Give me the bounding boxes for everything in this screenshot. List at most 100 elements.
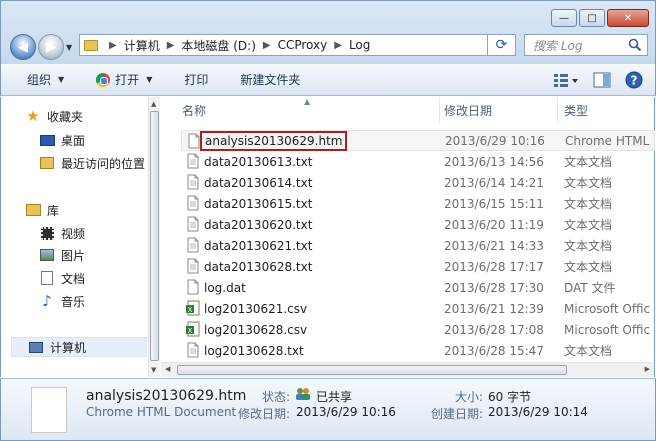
computer-icon — [28, 339, 44, 355]
file-date: 2013/6/21 14:33 — [444, 238, 544, 253]
view-options-icon[interactable] — [553, 72, 579, 88]
created-label: 创建日期: — [431, 407, 484, 421]
file-list: ▲ 名称 修改日期 类型 analysis20130629.htm 2013/6/… — [161, 97, 655, 377]
file-name[interactable]: data20130615.txt — [204, 197, 312, 211]
file-row[interactable]: data20130615.txt 2013/6/15 15:11 文本文档 — [181, 193, 655, 214]
nav-computer[interactable]: 计算机 — [11, 337, 147, 357]
close-button[interactable]: ✕ — [607, 9, 649, 27]
file-name[interactable]: data20130614.txt — [204, 176, 312, 190]
maximize-button[interactable]: □ — [579, 9, 605, 27]
file-name[interactable]: log20130621.csv — [204, 302, 307, 316]
preview-pane-icon[interactable] — [593, 72, 611, 88]
nav-desktop[interactable]: 桌面 — [39, 130, 85, 150]
chevron-down-icon[interactable]: ▼ — [146, 75, 152, 84]
file-row[interactable]: Xlog20130621.csv 2013/6/21 12:39 Microsoft… — [181, 298, 655, 319]
breadcrumb-computer[interactable]: 计算机 — [124, 37, 160, 54]
scrollbar-thumb[interactable] — [150, 111, 159, 361]
file-row[interactable]: data20130628.txt 2013/6/28 17:17 文本文档 — [181, 256, 655, 277]
status-label: 状态: — [262, 390, 291, 404]
help-icon[interactable]: ? — [625, 71, 643, 89]
scroll-up-icon[interactable]: ▲ — [151, 100, 156, 108]
size-value: 60 字节 — [488, 390, 532, 404]
nav-libraries-label: 库 — [47, 203, 60, 218]
file-date: 2013/6/14 14:21 — [444, 175, 544, 190]
text-file-icon — [185, 216, 201, 235]
scroll-right-icon[interactable]: ▶ — [645, 365, 650, 373]
file-name[interactable]: data20130620.txt — [204, 218, 312, 232]
column-date[interactable]: 修改日期 — [444, 102, 492, 119]
sort-ascending-icon: ▲ — [304, 97, 311, 106]
excel-file-icon: X — [185, 321, 201, 340]
file-row[interactable]: data20130614.txt 2013/6/14 14:21 文本文档 — [181, 172, 655, 193]
picture-icon — [39, 247, 55, 263]
scroll-left-icon[interactable]: ◀ — [165, 365, 170, 373]
file-row[interactable]: analysis20130629.htm 2013/6/29 10:16 Chrom… — [181, 130, 655, 151]
modified-label: 修改日期: — [238, 407, 291, 421]
nav-favorites[interactable]: ★ 收藏夹 — [25, 106, 83, 126]
breadcrumb-local-disk[interactable]: 本地磁盘 (D:) — [181, 37, 255, 54]
star-icon: ★ — [26, 107, 40, 125]
window-controls: — □ ✕ — [551, 9, 649, 27]
breadcrumb-log[interactable]: Log — [349, 38, 370, 52]
minimize-button[interactable]: — — [551, 9, 577, 27]
file-type: DAT 文件 — [564, 281, 616, 295]
size-label: 大小: — [455, 390, 484, 404]
file-name[interactable]: data20130621.txt — [204, 239, 312, 253]
recent-pages-dropdown-icon[interactable]: ▼ — [66, 43, 72, 52]
file-row[interactable]: Xlog20130628.csv 2013/6/28 17:08 Microsoft… — [181, 319, 655, 340]
file-row[interactable]: log20130628.txt 2013/6/28 15:47 文本文档 — [181, 340, 655, 361]
chevron-right-icon[interactable]: ▶ — [167, 40, 175, 51]
nav-videos[interactable]: 视频 — [39, 223, 85, 243]
nav-documents[interactable]: 文档 — [39, 268, 85, 288]
file-name[interactable]: data20130628.txt — [204, 260, 312, 274]
organize-button[interactable]: 组织 ▼ — [27, 71, 64, 88]
column-divider[interactable] — [439, 97, 440, 123]
file-name[interactable]: log20130628.txt — [204, 344, 304, 358]
file-type: 文本文档 — [564, 176, 613, 190]
nav-favorites-label: 收藏夹 — [47, 109, 84, 124]
column-name[interactable]: 名称 — [182, 102, 206, 119]
address-bar[interactable]: ▶ 计算机 ▶ 本地磁盘 (D:) ▶ CCProxy ▶ Log — [79, 34, 488, 56]
file-row[interactable]: data20130621.txt 2013/6/21 14:33 文本文档 — [181, 235, 655, 256]
file-row[interactable]: log.dat 2013/6/28 17:30 DAT 文件 — [181, 277, 655, 298]
nav-music[interactable]: ♪ 音乐 — [39, 291, 85, 311]
column-type[interactable]: 类型 — [564, 102, 588, 119]
desktop-icon — [39, 132, 55, 148]
file-name[interactable]: analysis20130629.htm — [199, 130, 348, 151]
arrow-left-icon: ◀ — [18, 39, 28, 55]
breadcrumb-ccproxy[interactable]: CCProxy — [278, 38, 328, 52]
back-button[interactable]: ◀ — [10, 34, 36, 60]
print-button[interactable]: 打印 — [184, 71, 208, 88]
nav-libraries[interactable]: 库 — [25, 200, 59, 220]
chevron-right-icon[interactable]: ▶ — [109, 40, 117, 51]
forward-button[interactable]: ▶ — [38, 34, 64, 60]
file-date: 2013/6/15 15:11 — [444, 196, 544, 211]
refresh-button[interactable]: ⟳ — [488, 34, 516, 56]
new-folder-button[interactable]: 新建文件夹 — [240, 71, 300, 88]
file-type: Microsoft Offic — [564, 301, 651, 316]
file-name[interactable]: log20130628.csv — [204, 323, 307, 337]
file-row[interactable]: data20130613.txt 2013/6/13 14:56 文本文档 — [181, 151, 655, 172]
chevron-right-icon[interactable]: ▶ — [263, 40, 271, 51]
scrollbar-thumb[interactable] — [177, 365, 567, 375]
horizontal-scrollbar[interactable]: ◀ ▶ — [161, 362, 655, 377]
chevron-right-icon[interactable]: ▶ — [334, 40, 342, 51]
nav-recent-places[interactable]: 最近访问的位置 — [39, 153, 145, 173]
column-divider[interactable] — [557, 97, 558, 123]
search-input[interactable]: 搜索 Log — [524, 34, 648, 56]
navigation-scrollbar[interactable]: ▲ ▼ — [148, 97, 160, 377]
open-button[interactable]: 打开 ▼ — [96, 71, 152, 88]
scroll-down-icon[interactable]: ▼ — [151, 366, 156, 374]
file-name[interactable]: log.dat — [204, 281, 246, 295]
new-folder-label: 新建文件夹 — [240, 73, 301, 87]
command-bar: 组织 ▼ 打开 ▼ 打印 新建文件夹 ? — [0, 64, 656, 96]
file-type: 文本文档 — [564, 239, 613, 253]
file-name[interactable]: data20130613.txt — [204, 155, 312, 169]
text-file-icon — [185, 153, 201, 172]
recent-places-icon — [39, 155, 55, 171]
nav-pictures[interactable]: 图片 — [39, 245, 85, 265]
file-date: 2013/6/21 12:39 — [444, 301, 544, 316]
status-value: 已共享 — [316, 390, 353, 404]
search-icon[interactable] — [628, 38, 642, 52]
file-row[interactable]: data20130620.txt 2013/6/20 11:19 文本文档 — [181, 214, 655, 235]
